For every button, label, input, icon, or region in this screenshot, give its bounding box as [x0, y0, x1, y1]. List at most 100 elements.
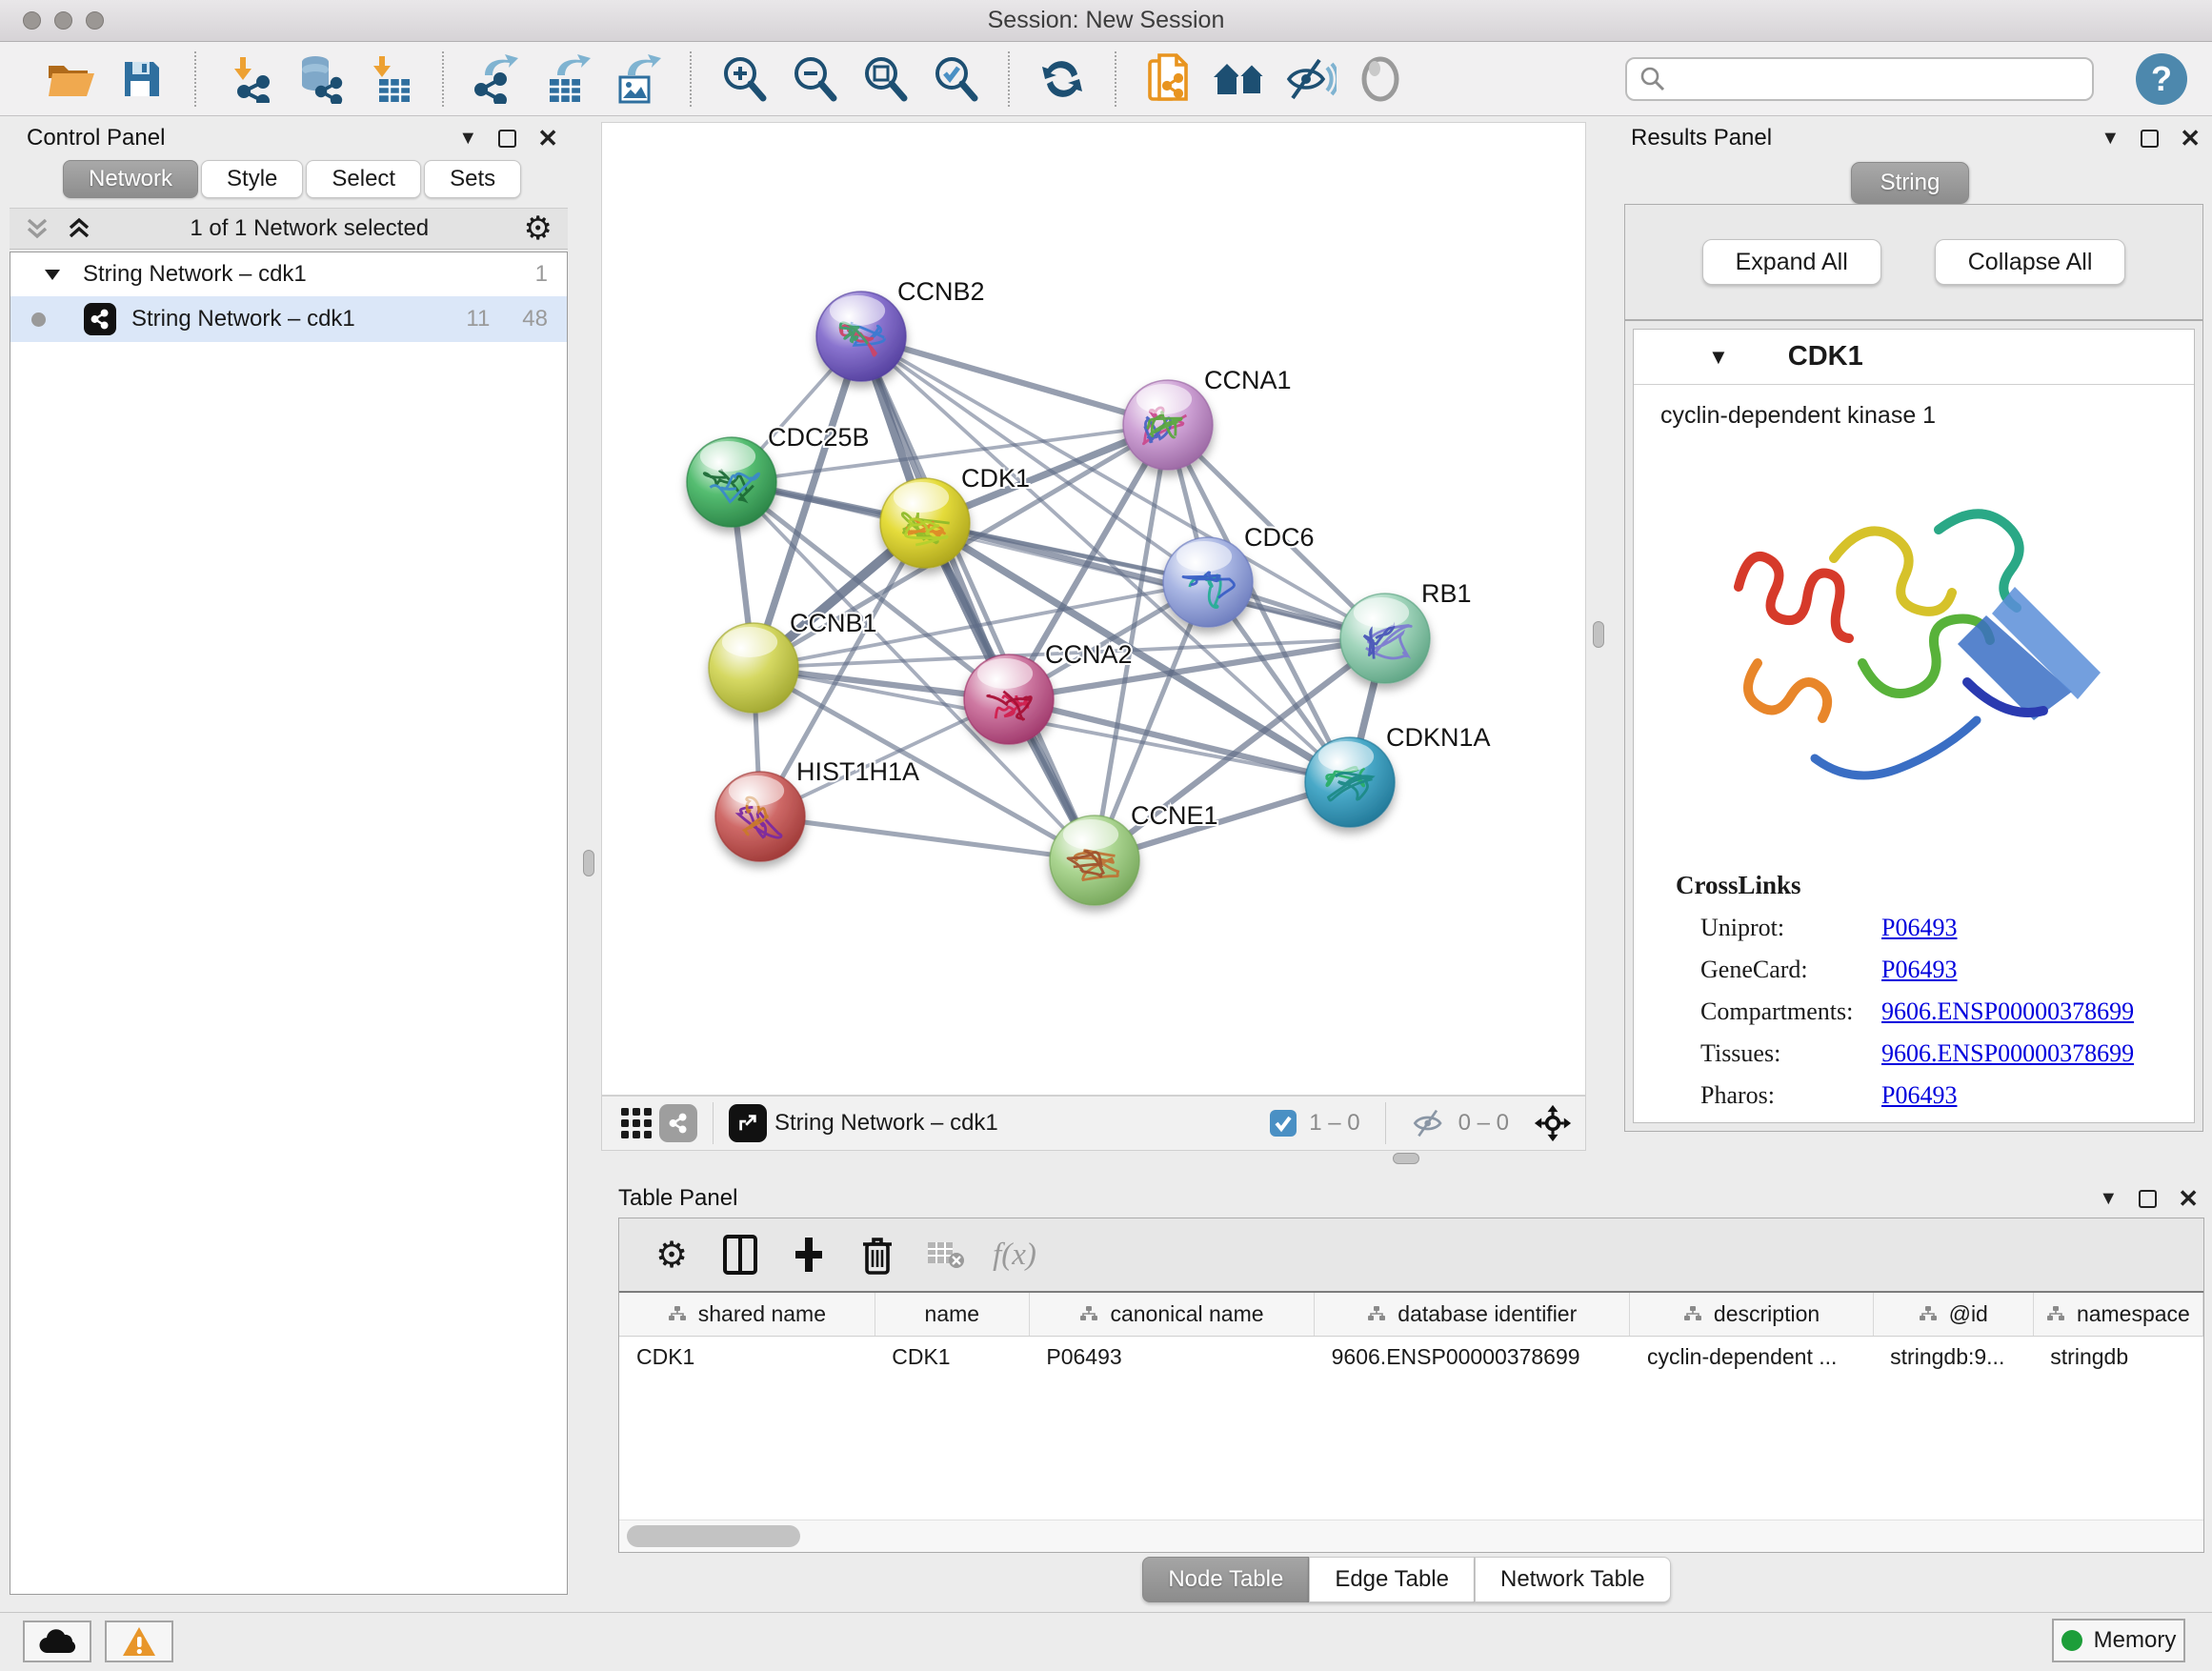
network-node-CDKN1A[interactable]: CDKN1A: [1305, 723, 1491, 827]
network-edge-HIST1H1A-CCNE1[interactable]: [760, 816, 1095, 860]
column-header-name[interactable]: name: [875, 1292, 1029, 1336]
refresh-view-button[interactable]: [1027, 49, 1097, 110]
table-cell[interactable]: stringdb: [2033, 1336, 2202, 1378]
import-table-button[interactable]: [354, 49, 425, 110]
fit-content-crosshair-icon[interactable]: [1534, 1104, 1572, 1142]
column-header-database-identifier[interactable]: database identifier: [1315, 1292, 1630, 1336]
network-collection-row[interactable]: String Network – cdk1 1: [10, 252, 567, 296]
expand-all-button[interactable]: Expand All: [1702, 239, 1881, 285]
search-field[interactable]: [1625, 57, 2094, 101]
panel-close-icon[interactable]: ✕: [2178, 1184, 2199, 1214]
add-column-icon[interactable]: [781, 1228, 836, 1281]
duplicate-network-button[interactable]: [1134, 49, 1204, 110]
show-columns-icon[interactable]: [713, 1228, 768, 1281]
open-session-button[interactable]: [36, 49, 107, 110]
crosslink-link[interactable]: 9606.ENSP00000378699: [1881, 1039, 2134, 1068]
panel-menu-icon[interactable]: ▼: [2101, 128, 2120, 150]
collection-expander-icon[interactable]: [43, 267, 62, 282]
tab-network[interactable]: Network: [63, 160, 198, 198]
crosslink-row: GeneCard:P06493: [1700, 956, 2194, 984]
table-cell[interactable]: stringdb:9...: [1873, 1336, 2033, 1378]
table-cell[interactable]: CDK1: [619, 1336, 875, 1378]
network-options-gear-icon[interactable]: ⚙: [524, 210, 553, 248]
tab-string[interactable]: String: [1851, 162, 1970, 204]
bottom-splitter-handle[interactable]: [1393, 1153, 1419, 1164]
collapse-all-icon[interactable]: [25, 216, 53, 241]
node-label-CDK1: CDK1: [961, 464, 1030, 493]
column-header-canonical-name[interactable]: canonical name: [1029, 1292, 1314, 1336]
save-session-button[interactable]: [107, 49, 177, 110]
export-image-button[interactable]: [602, 49, 673, 110]
zoom-selected-button[interactable]: [920, 49, 991, 110]
table-cell[interactable]: cyclin-dependent ...: [1630, 1336, 1873, 1378]
column-header-description[interactable]: description: [1630, 1292, 1873, 1336]
panel-menu-icon[interactable]: ▼: [2099, 1188, 2118, 1210]
zoom-in-button[interactable]: [709, 49, 779, 110]
show-all-button[interactable]: [1345, 49, 1416, 110]
panel-float-icon[interactable]: [2141, 130, 2159, 148]
left-splitter-handle[interactable]: [583, 850, 594, 876]
birdseye-view-button[interactable]: [657, 1102, 699, 1144]
network-canvas[interactable]: CCNB2CCNA1CDC25BCDK1CDC6RB1CCNB1CCNA2CDK…: [601, 122, 1586, 1096]
right-splitter-handle[interactable]: [1593, 621, 1604, 648]
grid-view-button[interactable]: [615, 1102, 657, 1144]
network-graph[interactable]: CCNB2CCNA1CDC25BCDK1CDC6RB1CCNB1CCNA2CDK…: [602, 123, 1585, 1095]
panel-menu-icon[interactable]: ▼: [458, 128, 477, 150]
gene-card-header[interactable]: ▼ CDK1: [1634, 330, 2194, 385]
panel-close-icon[interactable]: ✕: [2180, 124, 2201, 153]
import-network-database-button[interactable]: [284, 49, 354, 110]
crosslink-row: Pharos:P06493: [1700, 1081, 2194, 1110]
warnings-button[interactable]: [105, 1621, 173, 1662]
table-empty-area: [619, 1378, 2203, 1520]
table-horizontal-scrollbar[interactable]: [619, 1520, 2203, 1552]
gene-expander-icon[interactable]: ▼: [1708, 345, 1729, 370]
hidden-eye-slash-icon[interactable]: [1411, 1108, 1447, 1138]
table-cell[interactable]: P06493: [1029, 1336, 1314, 1378]
panel-float-icon[interactable]: [498, 130, 516, 148]
home-networks-button[interactable]: [1204, 49, 1275, 110]
network-node-HIST1H1A[interactable]: HIST1H1A: [715, 757, 919, 861]
crosslink-link[interactable]: P06493: [1881, 914, 1957, 942]
zoom-out-button[interactable]: [779, 49, 850, 110]
tab-sets[interactable]: Sets: [424, 160, 521, 198]
export-network-button[interactable]: [461, 49, 532, 110]
tab-select[interactable]: Select: [306, 160, 421, 198]
panel-float-icon[interactable]: [2139, 1190, 2157, 1208]
search-input[interactable]: [1667, 66, 2077, 92]
tab-edge-table[interactable]: Edge Table: [1309, 1557, 1475, 1602]
export-table-button[interactable]: [532, 49, 602, 110]
crosslink-row: Compartments:9606.ENSP00000378699: [1700, 997, 2194, 1026]
zoom-fit-button[interactable]: [850, 49, 920, 110]
table-row[interactable]: CDK1CDK1P064939606.ENSP00000378699cyclin…: [619, 1336, 2203, 1378]
network-node-CCNA1[interactable]: CCNA1: [1123, 366, 1292, 470]
tab-style[interactable]: Style: [201, 160, 303, 198]
hide-selected-button[interactable]: [1275, 49, 1345, 110]
crosslink-link[interactable]: 9606.ENSP00000378699: [1881, 997, 2134, 1026]
table-cell[interactable]: 9606.ENSP00000378699: [1315, 1336, 1630, 1378]
expand-all-icon[interactable]: [67, 216, 95, 241]
cloud-status-button[interactable]: [23, 1621, 91, 1662]
import-network-file-button[interactable]: [213, 49, 284, 110]
table-cell[interactable]: CDK1: [875, 1336, 1029, 1378]
scrollbar-thumb[interactable]: [627, 1525, 800, 1547]
help-button[interactable]: ?: [2136, 53, 2187, 105]
collapse-all-button[interactable]: Collapse All: [1935, 239, 2126, 285]
delete-column-trash-icon[interactable]: [850, 1228, 905, 1281]
memory-button[interactable]: Memory: [2052, 1619, 2185, 1662]
column-header-namespace[interactable]: namespace: [2033, 1292, 2202, 1336]
crosslink-link[interactable]: P06493: [1881, 956, 1957, 984]
tab-node-table[interactable]: Node Table: [1142, 1557, 1309, 1602]
network-node-RB1[interactable]: RB1: [1340, 579, 1472, 683]
network-node-CDC6[interactable]: CDC6: [1163, 523, 1315, 627]
panel-close-icon[interactable]: ✕: [537, 124, 558, 153]
tab-network-table[interactable]: Network Table: [1475, 1557, 1671, 1602]
network-row-selected[interactable]: String Network – cdk1 11 48: [10, 296, 567, 342]
table-settings-gear-icon[interactable]: ⚙: [644, 1228, 699, 1281]
detach-view-button[interactable]: [727, 1102, 769, 1144]
crosslink-link[interactable]: P06493: [1881, 1081, 1957, 1110]
column-header-shared-name[interactable]: shared name: [619, 1292, 875, 1336]
network-node-CDK1[interactable]: CDK1: [880, 464, 1030, 568]
selected-checkbox-icon[interactable]: [1269, 1109, 1297, 1137]
network-node-CCNB1[interactable]: CCNB1: [709, 609, 877, 713]
column-header--id[interactable]: @id: [1873, 1292, 2033, 1336]
